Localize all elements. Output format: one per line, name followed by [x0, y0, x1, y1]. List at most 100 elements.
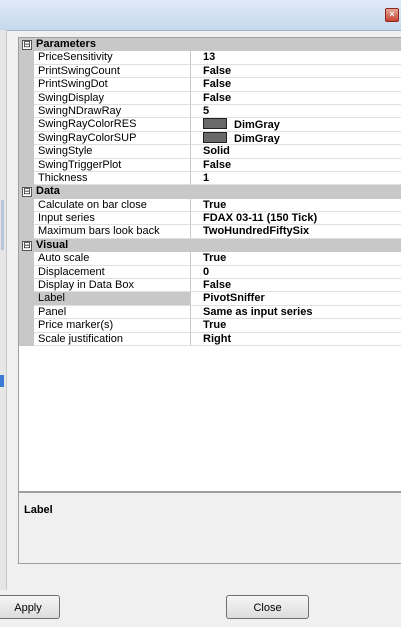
row-gutter [19, 225, 34, 239]
color-name: DimGray [234, 119, 280, 132]
row-gutter [19, 279, 34, 293]
close-window-icon[interactable]: × [385, 8, 399, 22]
property-name[interactable]: SwingTriggerPlot [34, 158, 191, 172]
property-name[interactable]: SwingStyle [34, 145, 191, 159]
row-gutter [19, 292, 34, 306]
property-value[interactable]: DimGray [191, 131, 401, 146]
collapse-icon[interactable]: ⊟ [22, 187, 32, 198]
property-name[interactable]: Scale justification [34, 332, 191, 346]
property-name[interactable]: Label [34, 292, 191, 306]
property-name[interactable]: Display in Data Box [34, 279, 191, 293]
property-value[interactable]: 0 [191, 266, 401, 280]
description-title: Label [24, 504, 53, 516]
property-name[interactable]: Input series [34, 212, 191, 226]
property-value[interactable]: True [191, 199, 401, 213]
property-row[interactable]: Maximum bars look back TwoHundredFiftySix [19, 225, 401, 239]
row-gutter [19, 198, 34, 213]
property-row[interactable]: Displacement 0 [19, 265, 401, 280]
property-row[interactable]: Label PivotSniffer [19, 292, 401, 306]
category-visual[interactable]: ⊟ Visual [19, 238, 401, 253]
row-gutter [19, 131, 34, 146]
category-label: Data [36, 185, 60, 198]
property-name[interactable]: PriceSensitivity [34, 51, 191, 65]
property-value[interactable]: FDAX 03-11 (150 Tick) [191, 212, 401, 226]
property-row[interactable]: PrintSwingDot False [19, 78, 401, 92]
property-name[interactable]: SwingRayColorSUP [34, 131, 191, 146]
property-name[interactable]: Calculate on bar close [34, 198, 191, 213]
property-row[interactable]: Display in Data Box False [19, 279, 401, 293]
property-value[interactable]: Right [191, 333, 401, 346]
row-gutter [19, 305, 34, 320]
property-value[interactable]: False [191, 65, 401, 79]
property-value[interactable]: 1 [191, 172, 401, 186]
property-value[interactable]: False [191, 92, 401, 105]
property-name[interactable]: Panel [34, 305, 191, 320]
property-value[interactable]: DimGray [191, 118, 401, 132]
apply-button[interactable]: Apply [0, 595, 60, 619]
property-value[interactable]: Solid [191, 145, 401, 159]
property-name[interactable]: SwingRayColorRES [34, 118, 191, 132]
property-row[interactable]: PriceSensitivity 13 [19, 51, 401, 65]
property-value[interactable]: False [191, 159, 401, 172]
property-row[interactable]: Panel Same as input series [19, 305, 401, 320]
row-gutter [19, 252, 34, 266]
property-row[interactable]: Auto scale True [19, 252, 401, 266]
color-swatch [203, 131, 227, 143]
category-label: Parameters [36, 38, 96, 50]
row-gutter [19, 171, 34, 186]
property-row[interactable]: SwingRayColorRES DimGray [19, 118, 401, 132]
row-gutter [19, 104, 34, 119]
title-bar: × [0, 0, 401, 31]
property-row[interactable]: SwingStyle Solid [19, 145, 401, 159]
property-value[interactable]: True [191, 252, 401, 266]
row-gutter [19, 319, 34, 333]
row-gutter [19, 212, 34, 226]
property-row[interactable]: SwingNDrawRay 5 [19, 104, 401, 119]
row-gutter [19, 64, 34, 79]
property-name[interactable]: Maximum bars look back [34, 225, 191, 239]
description-panel: Label [18, 492, 401, 564]
row-gutter [19, 118, 34, 132]
property-value[interactable]: False [191, 279, 401, 293]
property-value[interactable]: True [191, 319, 401, 333]
property-name[interactable]: Displacement [34, 265, 191, 280]
property-grid[interactable]: ⊟ Parameters PriceSensitivity 13 PrintSwingC… [18, 37, 401, 492]
property-value[interactable]: TwoHundredFiftySix [191, 225, 401, 239]
row-gutter [19, 145, 34, 159]
category-label: Visual [36, 238, 69, 251]
property-row[interactable]: Price marker(s) True [19, 319, 401, 333]
left-panel-edge [0, 30, 7, 590]
collapse-icon[interactable]: ⊟ [22, 40, 32, 50]
property-value[interactable]: 5 [191, 105, 401, 119]
property-row[interactable]: Thickness 1 [19, 171, 401, 186]
collapse-icon[interactable]: ⊟ [22, 240, 32, 251]
property-row[interactable]: Input series FDAX 03-11 (150 Tick) [19, 212, 401, 226]
property-row[interactable]: Calculate on bar close True [19, 198, 401, 213]
property-value[interactable]: Same as input series [191, 306, 401, 320]
property-value[interactable]: 13 [191, 51, 401, 65]
row-gutter [19, 158, 34, 172]
scroll-marker [1, 200, 4, 250]
property-row[interactable]: SwingRayColorSUP DimGray [19, 131, 401, 146]
property-name[interactable]: PrintSwingCount [34, 64, 191, 79]
property-row[interactable]: SwingTriggerPlot False [19, 158, 401, 172]
property-name[interactable]: SwingNDrawRay [34, 104, 191, 119]
row-gutter [19, 91, 34, 105]
property-name[interactable]: Price marker(s) [34, 319, 191, 333]
property-name[interactable]: Thickness [34, 171, 191, 186]
row-gutter [19, 265, 34, 280]
row-gutter [19, 78, 34, 92]
property-row[interactable]: SwingDisplay False [19, 91, 401, 105]
category-parameters[interactable]: ⊟ Parameters [19, 38, 401, 52]
property-value[interactable]: PivotSniffer [191, 292, 401, 306]
category-data[interactable]: ⊟ Data [19, 185, 401, 199]
row-gutter [19, 332, 34, 346]
property-name[interactable]: SwingDisplay [34, 91, 191, 105]
selection-marker [0, 375, 4, 387]
property-value[interactable]: False [191, 78, 401, 92]
close-button[interactable]: Close [226, 595, 309, 619]
property-row[interactable]: Scale justification Right [19, 332, 401, 346]
property-name[interactable]: PrintSwingDot [34, 78, 191, 92]
property-row[interactable]: PrintSwingCount False [19, 64, 401, 79]
property-name[interactable]: Auto scale [34, 252, 191, 266]
